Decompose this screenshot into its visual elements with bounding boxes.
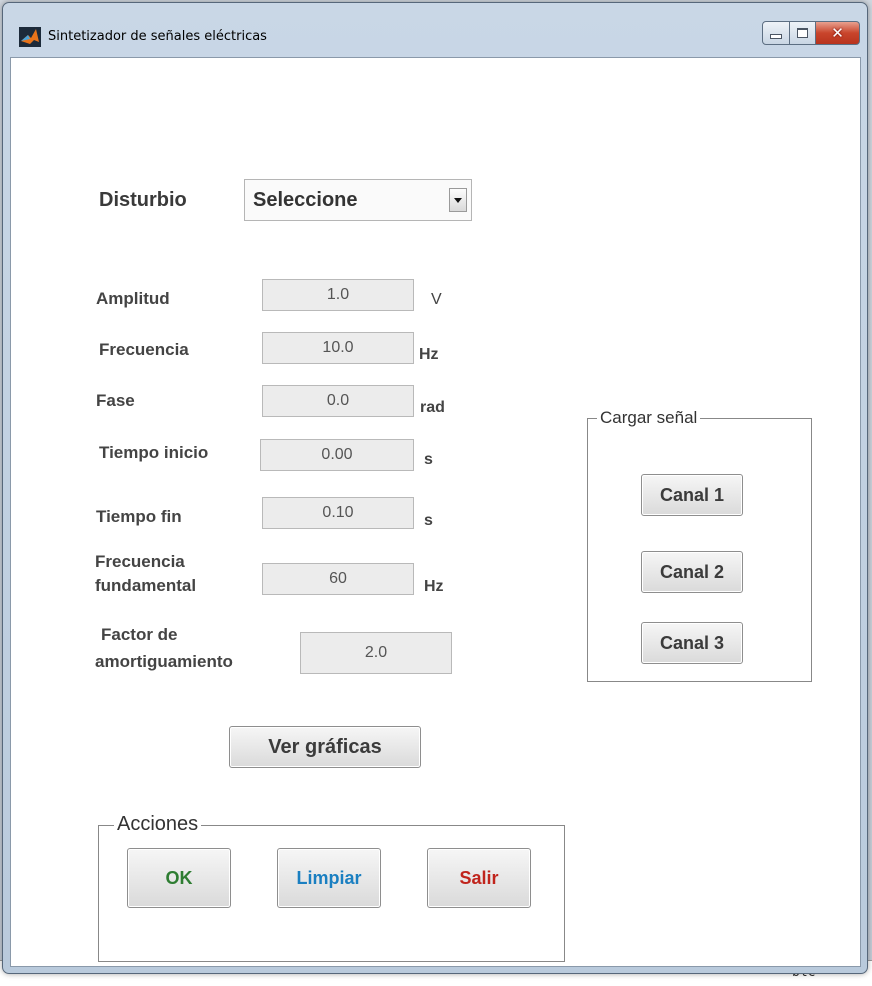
frecuencia-fundamental-label-line1: Frecuencia <box>95 552 185 571</box>
factor-amortiguamiento-field[interactable]: 2.0 <box>300 632 452 674</box>
frecuencia-fundamental-field[interactable]: 60 <box>262 563 414 595</box>
maximize-button[interactable] <box>790 21 816 45</box>
tiempo-fin-unit: s <box>424 512 433 529</box>
client-area: Disturbio Seleccione Amplitud 1.0 V Frec… <box>10 57 861 967</box>
canal-1-button[interactable]: Canal 1 <box>641 474 743 516</box>
tiempo-fin-label: Tiempo fin <box>96 507 182 526</box>
minimize-icon <box>770 33 782 39</box>
matlab-icon <box>19 27 41 47</box>
ver-graficas-button[interactable]: Ver gráficas <box>229 726 421 768</box>
window-controls: ✕ <box>762 21 860 45</box>
close-icon: ✕ <box>831 24 844 42</box>
limpiar-button[interactable]: Limpiar <box>277 848 381 908</box>
ok-button[interactable]: OK <box>127 848 231 908</box>
tiempo-inicio-label: Tiempo inicio <box>99 443 209 462</box>
main-window: Sintetizador de señales eléctricas ✕ Dis… <box>2 2 868 974</box>
canal-3-button[interactable]: Canal 3 <box>641 622 743 664</box>
window-title: Sintetizador de señales eléctricas <box>48 29 267 44</box>
frecuencia-fundamental-label-line2: fundamental <box>95 576 197 595</box>
acciones-title: Acciones <box>114 813 202 836</box>
frecuencia-fundamental-unit: Hz <box>424 578 444 595</box>
disturbio-label: Disturbio <box>99 189 187 211</box>
title-bar[interactable]: Sintetizador de señales eléctricas ✕ <box>3 3 867 57</box>
disturbio-select[interactable]: Seleccione <box>244 179 472 221</box>
factor-amortiguamiento-label-line1: Factor de <box>101 625 178 644</box>
frecuencia-unit: Hz <box>419 346 439 363</box>
canal-2-button[interactable]: Canal 2 <box>641 551 743 593</box>
factor-amortiguamiento-label-line2: amortiguamiento <box>95 652 233 671</box>
tiempo-inicio-unit: s <box>424 451 433 468</box>
disturbio-selected-value: Seleccione <box>253 188 358 211</box>
maximize-icon <box>797 28 808 38</box>
amplitud-field[interactable]: 1.0 <box>262 279 414 311</box>
cargar-senal-title: Cargar señal <box>597 408 701 428</box>
frecuencia-field[interactable]: 10.0 <box>262 332 414 364</box>
fase-field[interactable]: 0.0 <box>262 385 414 417</box>
tiempo-fin-field[interactable]: 0.10 <box>262 497 414 529</box>
tiempo-inicio-field[interactable]: 0.00 <box>260 439 414 471</box>
minimize-button[interactable] <box>762 21 790 45</box>
frecuencia-label: Frecuencia <box>99 340 189 359</box>
fase-unit: rad <box>420 399 445 416</box>
fase-label: Fase <box>96 391 135 410</box>
salir-button[interactable]: Salir <box>427 848 531 908</box>
close-button[interactable]: ✕ <box>816 21 860 45</box>
amplitud-label: Amplitud <box>96 289 170 308</box>
amplitud-unit: V <box>431 291 442 308</box>
dropdown-arrow-icon[interactable] <box>449 188 467 212</box>
